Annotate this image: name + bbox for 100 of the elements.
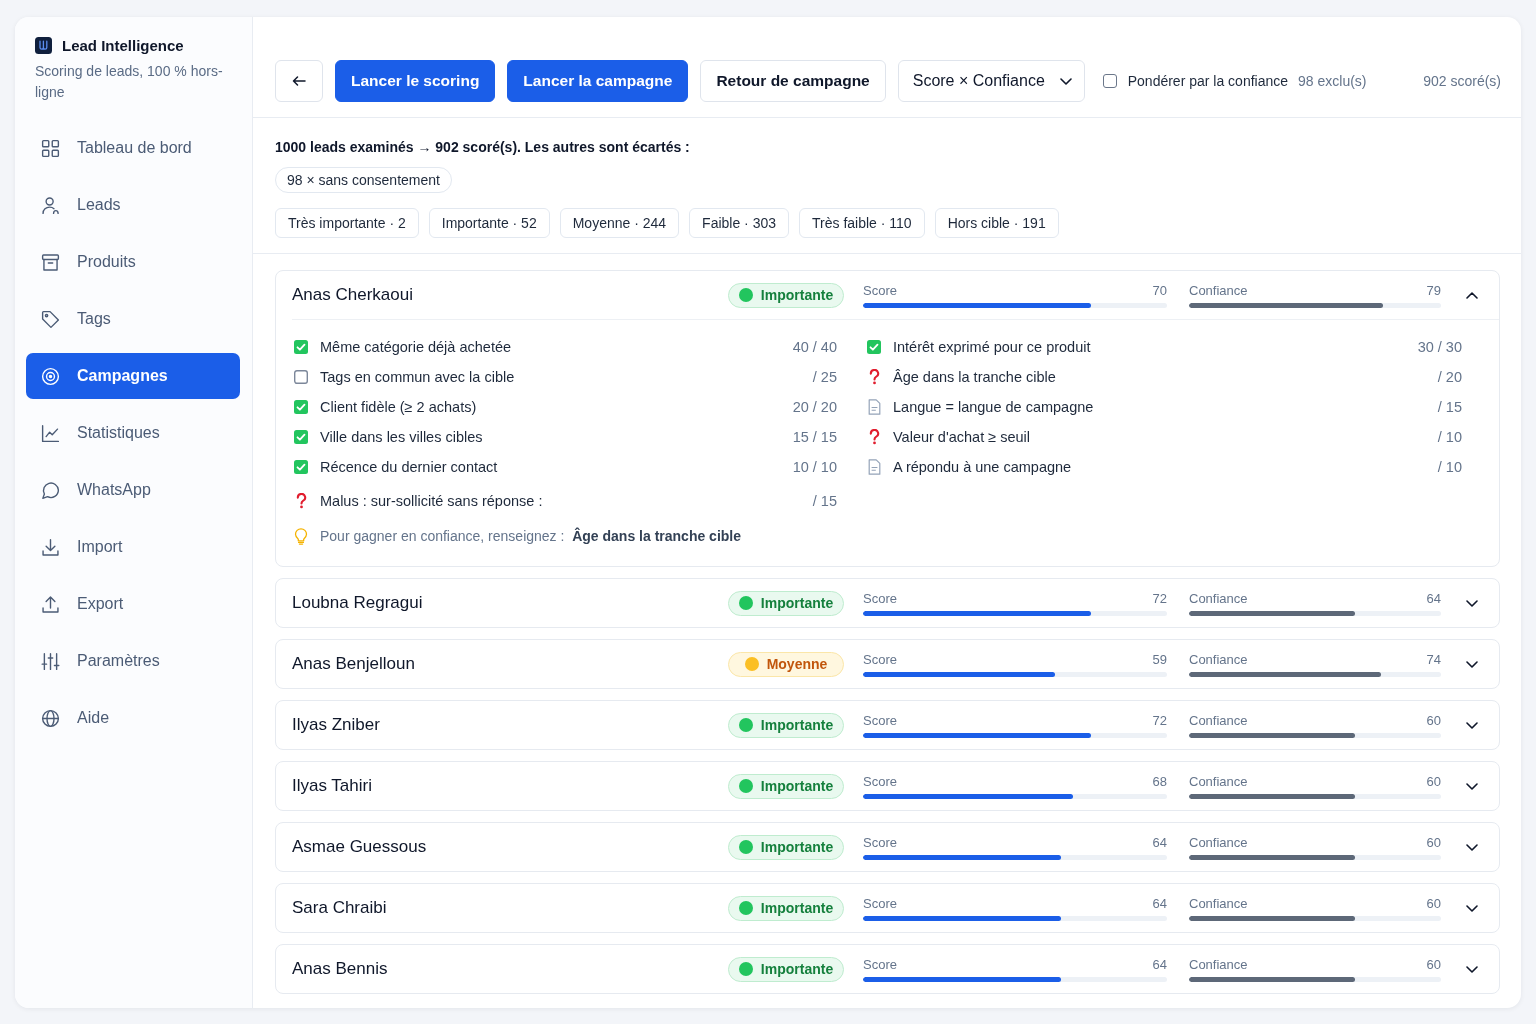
nav-item[interactable]: Import	[26, 524, 240, 570]
confidence-label: Confiance	[1189, 834, 1248, 850]
priority-label: Moyenne	[766, 656, 828, 672]
nav-item[interactable]: Export	[26, 581, 240, 627]
question-mark-icon	[868, 429, 880, 445]
nav-item[interactable]: WhatsApp	[26, 467, 240, 513]
chevron-down-icon	[1059, 77, 1072, 85]
hint-text: Pour gagner en confiance, renseignez : Âge dans la tranche cible	[320, 528, 741, 544]
sliders-icon	[40, 650, 61, 672]
nav-item[interactable]: Tableau de bord	[26, 125, 240, 171]
confidence-label: Confiance	[1189, 956, 1248, 972]
summary-text: 1000 leads examinés → 902 scoré(s). Les autres sont écartés :	[275, 138, 690, 156]
priority-label: Importante	[760, 717, 834, 733]
download-icon	[40, 536, 61, 558]
criterion-points: 15 / 15	[792, 429, 837, 445]
confidence-value: 60	[1426, 773, 1441, 789]
scored-count: 902 scoré(s)	[1423, 73, 1501, 89]
nav-item[interactable]: Campagnes	[26, 353, 240, 399]
excluded-count: 98 exclu(s)	[1298, 73, 1367, 89]
score-label: Score	[863, 712, 897, 728]
weight-checkbox[interactable]	[1102, 74, 1117, 88]
document-icon	[867, 399, 881, 415]
nav-item[interactable]: Produits	[26, 239, 240, 285]
question-mark-icon	[295, 493, 307, 509]
chevron-down-icon	[1466, 965, 1478, 973]
lead-name: Anas Cherkaoui	[292, 285, 413, 305]
confidence-label: Confiance	[1189, 712, 1248, 728]
chevron-up-icon	[1466, 291, 1478, 299]
priority-label: Importante	[760, 287, 834, 303]
priority-label: Importante	[760, 778, 834, 794]
nav-item[interactable]: Statistiques	[26, 410, 240, 456]
priority-label: Importante	[760, 900, 834, 916]
score-value: 64	[1152, 956, 1167, 972]
logo-icon	[35, 36, 52, 54]
score-label: Score	[863, 651, 897, 667]
sort-select[interactable]: Score × Confiance	[897, 60, 1085, 102]
score-label: Score	[863, 590, 897, 606]
confidence-value: 74	[1426, 651, 1441, 667]
app-title: Lead Intelligence	[62, 36, 184, 54]
nav-item[interactable]: Paramètres	[26, 638, 240, 684]
tag-icon	[40, 308, 61, 330]
criterion-label: Même catégorie déjà achetée	[320, 339, 512, 355]
chevron-down-icon	[1466, 599, 1478, 607]
score-label: Score	[863, 773, 897, 789]
lead-name: Anas Benjelloun	[292, 654, 415, 674]
arrow-left-icon	[292, 76, 306, 86]
criterion-label: Client fidèle (≥ 2 achats)	[320, 399, 477, 415]
criterion-points: 40 / 40	[792, 339, 837, 355]
score-label: Score	[863, 834, 897, 850]
criterion-label: Tags en commun avec la cible	[320, 369, 515, 385]
filter-chip[interactable]: Moyenne · 244	[559, 208, 680, 238]
filter-chip[interactable]: Très importante · 2	[275, 208, 419, 238]
priority-label: Importante	[760, 595, 834, 611]
nav-item[interactable]: Leads	[26, 182, 240, 228]
globe-icon	[40, 707, 61, 729]
question-mark-icon	[868, 369, 880, 385]
score-value: 59	[1152, 651, 1167, 667]
chevron-down-icon	[1466, 904, 1478, 912]
action-button[interactable]: Lancer la campagne	[507, 60, 689, 102]
lead-name: Ilyas Tahiri	[292, 776, 372, 796]
action-button[interactable]: Retour de campagne	[700, 60, 886, 102]
nav-item[interactable]: Aide	[26, 695, 240, 741]
line-chart-icon	[40, 422, 61, 444]
criterion-label: Âge dans la tranche cible	[893, 369, 1056, 385]
criterion-points: / 25	[812, 369, 837, 385]
criterion-points: / 15	[812, 493, 837, 509]
archive-box-icon	[40, 251, 61, 273]
score-value: 64	[1152, 895, 1167, 911]
priority-label: Importante	[760, 839, 834, 855]
score-value: 72	[1152, 590, 1167, 606]
confidence-value: 79	[1426, 282, 1441, 298]
criterion-points: / 10	[1437, 459, 1462, 475]
filter-chip[interactable]: Hors cible · 191	[934, 208, 1059, 238]
lead-name: Loubna Regragui	[292, 593, 423, 613]
app-subtitle: Scoring de leads, 100 % hors-ligne	[35, 62, 224, 102]
chevron-down-icon	[1466, 721, 1478, 729]
criterion-label: A répondu à une campagne	[893, 459, 1072, 475]
grid-icon	[40, 137, 61, 159]
chevron-down-icon	[1466, 843, 1478, 851]
score-label: Score	[863, 956, 897, 972]
filter-chip[interactable]: Faible · 303	[689, 208, 790, 238]
user-icon	[40, 194, 61, 216]
score-value: 70	[1152, 282, 1167, 298]
filter-chip[interactable]: Importante · 52	[428, 208, 550, 238]
criterion-points: 10 / 10	[792, 459, 837, 475]
chat-bubble-icon	[40, 479, 61, 501]
criterion-label: Langue = langue de campagne	[893, 399, 1094, 415]
criterion-points: / 10	[1437, 429, 1462, 445]
action-button[interactable]: Lancer le scoring	[335, 60, 496, 102]
lead-name: Sara Chraibi	[292, 898, 387, 918]
criterion-label: Malus : sur-sollicité sans réponse :	[320, 493, 543, 509]
filter-chip[interactable]: Très faible · 110	[799, 208, 925, 238]
criterion-label: Ville dans les villes cibles	[320, 429, 483, 445]
confidence-label: Confiance	[1189, 773, 1248, 789]
criterion-label: Intérêt exprimé pour ce produit	[893, 339, 1091, 355]
nav-item[interactable]: Tags	[26, 296, 240, 342]
confidence-label: Confiance	[1189, 590, 1248, 606]
confidence-label: Confiance	[1189, 651, 1248, 667]
lead-name: Anas Bennis	[292, 959, 388, 979]
target-icon	[40, 365, 61, 387]
